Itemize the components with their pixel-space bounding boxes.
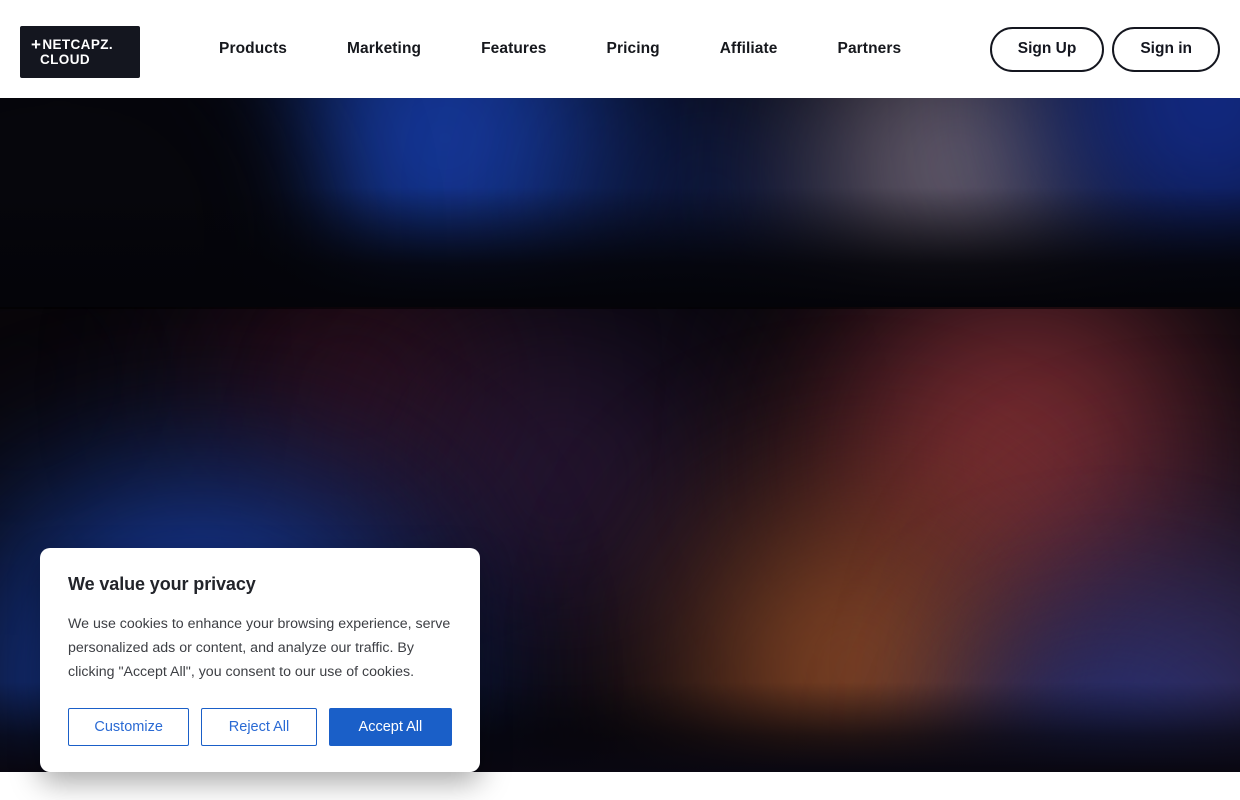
logo-text-primary: NETCAPZ. <box>42 36 114 52</box>
logo-line-1: + NETCAPZ. <box>31 35 114 54</box>
hero-band-divider <box>0 307 1240 309</box>
auth-actions: Sign Up Sign in <box>989 0 1220 98</box>
reject-all-cookies-button[interactable]: Reject All <box>201 708 317 746</box>
nav-link-marketing[interactable]: Marketing <box>347 32 421 66</box>
accept-all-cookies-button[interactable]: Accept All <box>328 708 452 746</box>
sign-in-button[interactable]: Sign in <box>1112 26 1220 72</box>
nav-link-pricing[interactable]: Pricing <box>607 32 660 66</box>
page-bottom-strip <box>0 772 1240 800</box>
nav-link-partners[interactable]: Partners <box>838 32 902 66</box>
hero-band-upper <box>0 98 1240 307</box>
plus-icon: + <box>31 35 42 54</box>
hero-upper-fade <box>0 187 1240 307</box>
sign-up-button[interactable]: Sign Up <box>989 26 1105 72</box>
main-navigation: Products Marketing Features Pricing Affi… <box>219 0 901 98</box>
nav-link-affiliate[interactable]: Affiliate <box>720 32 778 66</box>
cookie-dialog-title: We value your privacy <box>68 574 256 594</box>
cookie-consent-dialog: We value your privacy We use cookies to … <box>40 548 480 772</box>
landing-page: + NETCAPZ. CLOUD Products Marketing Feat… <box>0 0 1240 800</box>
netcapz-cloud-logo[interactable]: + NETCAPZ. CLOUD <box>20 26 140 78</box>
cookie-dialog-description: We use cookies to enhance your browsing … <box>68 616 451 680</box>
site-header: + NETCAPZ. CLOUD Products Marketing Feat… <box>0 0 1240 98</box>
nav-link-features[interactable]: Features <box>481 32 546 66</box>
customize-cookies-button[interactable]: Customize <box>68 708 190 746</box>
nav-link-products[interactable]: Products <box>219 32 287 66</box>
cookie-dialog-actions: Customize Reject All Accept All <box>68 708 452 746</box>
